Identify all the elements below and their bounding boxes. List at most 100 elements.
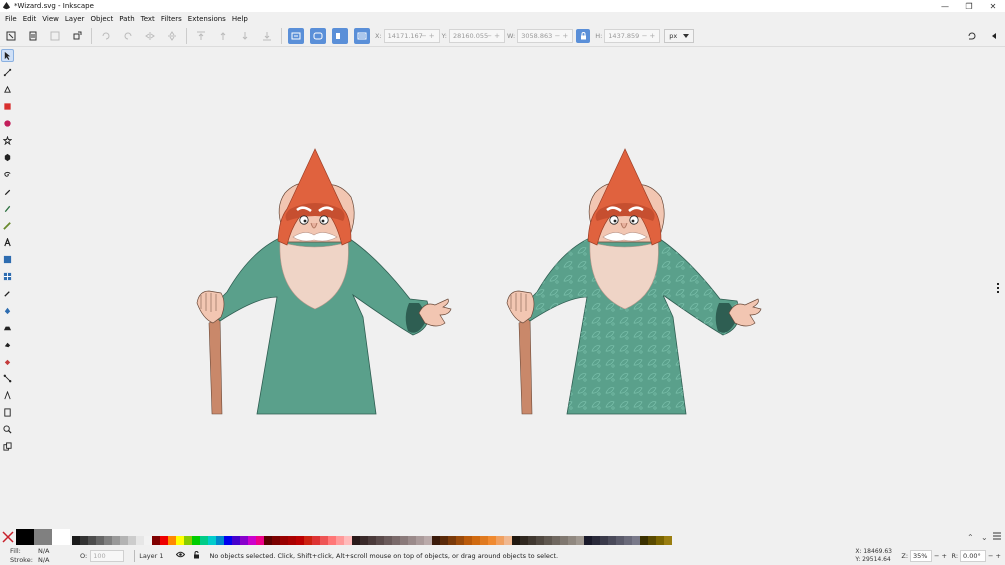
palette-swatch[interactable] xyxy=(568,536,576,545)
drawing-canvas[interactable] xyxy=(15,47,993,527)
palette-swatch[interactable] xyxy=(168,536,176,545)
restore-button[interactable]: ❐ xyxy=(957,0,981,12)
menu-layer[interactable]: Layer xyxy=(62,15,88,23)
pencil-tool-icon[interactable] xyxy=(1,202,14,215)
y-input[interactable]: 28160.055 −+ xyxy=(448,28,505,43)
palette-swatch[interactable] xyxy=(536,536,544,545)
palette-scroll-down-icon[interactable]: ⌄ xyxy=(981,533,993,542)
selector-tool-icon[interactable] xyxy=(1,49,14,62)
palette-swatch[interactable] xyxy=(480,536,488,545)
palette-swatch[interactable] xyxy=(192,536,200,545)
lower-icon[interactable] xyxy=(237,28,253,44)
palette-swatch[interactable] xyxy=(80,536,88,545)
menu-file[interactable]: File xyxy=(2,15,20,23)
pen-tool-icon[interactable] xyxy=(1,185,14,198)
zoom-input[interactable]: 35% xyxy=(910,550,933,562)
palette-swatch[interactable] xyxy=(528,536,536,545)
palette-swatch[interactable] xyxy=(104,536,112,545)
raise-to-top-icon[interactable] xyxy=(193,28,209,44)
fill-stroke-indicator[interactable]: Fill: N/A Stroke: N/A xyxy=(0,546,60,565)
star-tool-icon[interactable] xyxy=(1,134,14,147)
menu-path[interactable]: Path xyxy=(116,15,137,23)
zoom-stepper[interactable]: − + xyxy=(934,552,947,560)
scale-corners-icon[interactable] xyxy=(310,27,326,44)
palette-swatch[interactable] xyxy=(416,536,424,545)
w-stepper[interactable]: −+ xyxy=(554,32,570,40)
palette-swatch[interactable] xyxy=(96,536,104,545)
flip-vertical-icon[interactable] xyxy=(164,28,180,44)
palette-swatch[interactable] xyxy=(656,536,664,545)
connector-tool-icon[interactable] xyxy=(1,372,14,385)
palette-swatch[interactable] xyxy=(128,536,136,545)
mesh-tool-icon[interactable] xyxy=(1,270,14,283)
opacity-input[interactable]: 100 xyxy=(90,549,125,562)
palette-swatch[interactable] xyxy=(208,536,216,545)
palette-swatch[interactable] xyxy=(272,536,280,545)
x-stepper[interactable]: −+ xyxy=(421,32,437,40)
palette-swatch[interactable] xyxy=(88,536,96,545)
palette-swatch[interactable] xyxy=(560,536,568,545)
swatch-black[interactable] xyxy=(16,529,34,545)
no-paint-icon[interactable] xyxy=(0,529,16,545)
palette-swatch[interactable] xyxy=(664,536,672,545)
palette-swatch[interactable] xyxy=(632,536,640,545)
y-stepper[interactable]: −+ xyxy=(486,32,502,40)
w-input[interactable]: 3058.863 −+ xyxy=(517,28,574,43)
palette-swatch[interactable] xyxy=(616,536,624,545)
palette-swatch[interactable] xyxy=(184,536,192,545)
palette-swatch[interactable] xyxy=(152,536,160,545)
more-options-icon[interactable] xyxy=(997,283,999,293)
palette-swatch[interactable] xyxy=(488,536,496,545)
palette-swatch[interactable] xyxy=(160,536,168,545)
gradient-tool-icon[interactable] xyxy=(1,253,14,266)
palette-swatch[interactable] xyxy=(232,536,240,545)
palette-swatch[interactable] xyxy=(144,536,152,545)
palette-swatch[interactable] xyxy=(512,536,520,545)
palette-swatch[interactable] xyxy=(648,536,656,545)
palette-swatch[interactable] xyxy=(352,536,360,545)
palette-swatch[interactable] xyxy=(368,536,376,545)
zoom-tool-icon[interactable] xyxy=(1,423,14,436)
palette-swatch[interactable] xyxy=(640,536,648,545)
snap-toggle-icon[interactable] xyxy=(964,28,980,44)
palette-swatch[interactable] xyxy=(336,536,344,545)
scale-stroke-icon[interactable] xyxy=(288,27,304,44)
menu-text[interactable]: Text xyxy=(138,15,158,23)
palette-swatch[interactable] xyxy=(120,536,128,545)
palette-swatch[interactable] xyxy=(384,536,392,545)
swatch-gray[interactable] xyxy=(34,529,52,545)
palette-swatch[interactable] xyxy=(608,536,616,545)
layer-indicator[interactable]: Layer 1 xyxy=(134,549,199,562)
palette-swatch[interactable] xyxy=(176,536,184,545)
palette-swatch[interactable] xyxy=(456,536,464,545)
palette-swatch[interactable] xyxy=(72,536,80,545)
menu-help[interactable]: Help xyxy=(229,15,251,23)
snap-menu-icon[interactable] xyxy=(986,28,1002,44)
transform-icon[interactable] xyxy=(69,28,85,44)
select-all-icon[interactable] xyxy=(3,28,19,44)
3d-box-tool-icon[interactable] xyxy=(1,151,14,164)
palette-swatch[interactable] xyxy=(256,536,264,545)
menu-edit[interactable]: Edit xyxy=(20,15,40,23)
palette-swatch[interactable] xyxy=(408,536,416,545)
palette-swatch[interactable] xyxy=(328,536,336,545)
palette-swatch[interactable] xyxy=(216,536,224,545)
palette-swatch[interactable] xyxy=(600,536,608,545)
spiral-tool-icon[interactable] xyxy=(1,168,14,181)
measure-tool-icon[interactable] xyxy=(1,389,14,402)
lower-to-bottom-icon[interactable] xyxy=(259,28,275,44)
palette-swatch[interactable] xyxy=(248,536,256,545)
palette-swatch[interactable] xyxy=(552,536,560,545)
eye-icon[interactable] xyxy=(175,551,185,560)
lock-ratio-icon[interactable] xyxy=(576,28,591,43)
palette-swatch[interactable] xyxy=(320,536,328,545)
palette-menu-icon[interactable] xyxy=(993,532,1003,542)
menu-filters[interactable]: Filters xyxy=(158,15,185,23)
node-tool-icon[interactable] xyxy=(1,66,14,79)
palette-swatch[interactable] xyxy=(464,536,472,545)
deselect-icon[interactable] xyxy=(47,28,63,44)
rotate-ccw-icon[interactable] xyxy=(98,28,114,44)
rotate-cw-icon[interactable] xyxy=(120,28,136,44)
palette-swatch[interactable] xyxy=(312,536,320,545)
palette-swatch[interactable] xyxy=(112,536,120,545)
